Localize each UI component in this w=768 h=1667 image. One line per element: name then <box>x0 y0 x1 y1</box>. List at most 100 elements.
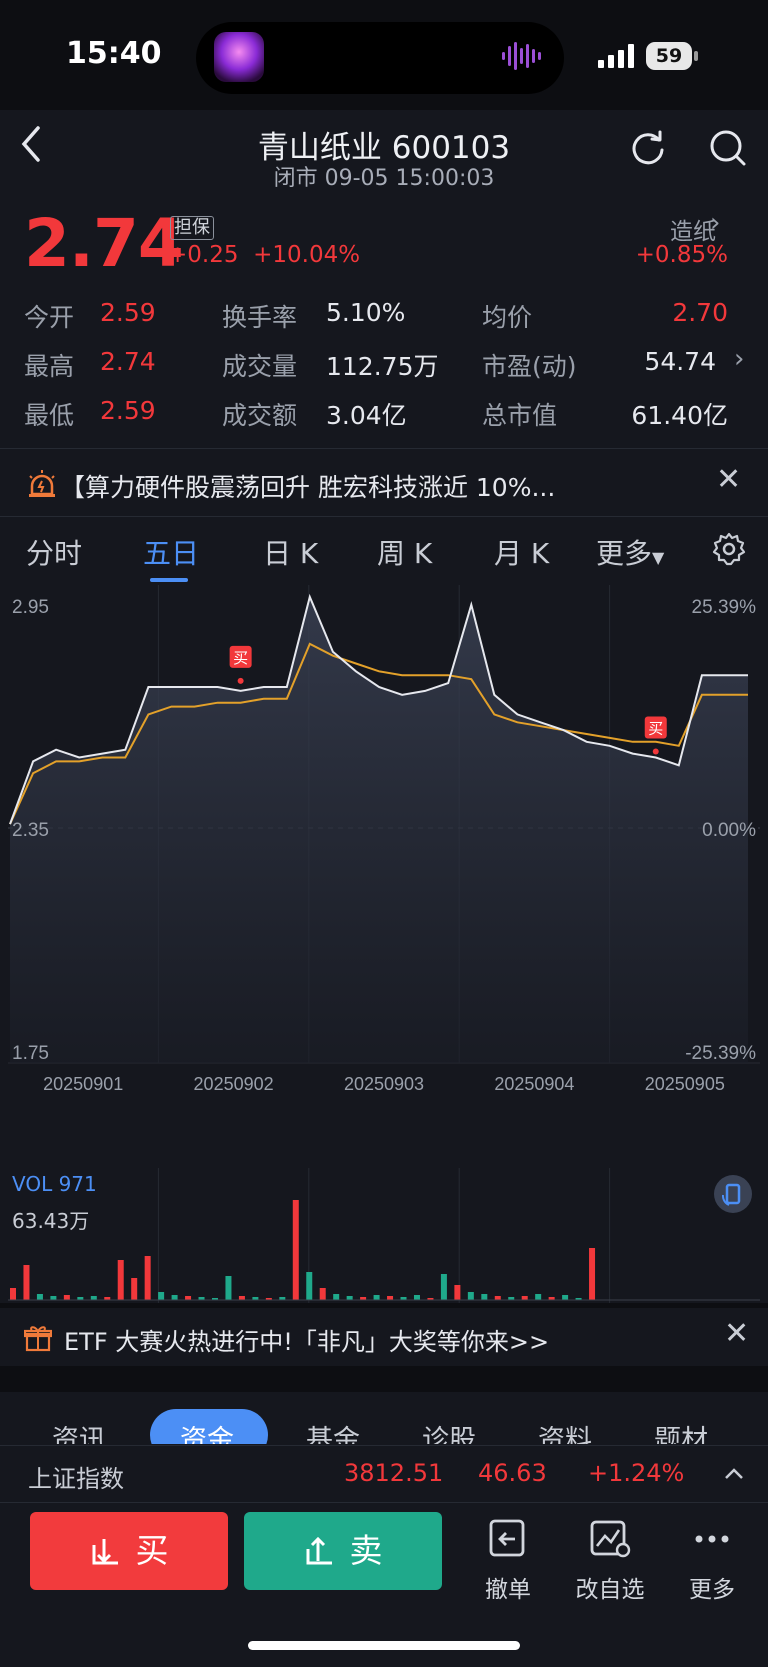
cancel-order-label: 撤单 <box>485 1577 531 1603</box>
volume-bar <box>63 1295 70 1300</box>
volume-bar <box>185 1296 192 1300</box>
volume-bar <box>333 1294 340 1300</box>
section-tab-diagnosis[interactable]: 诊股 <box>422 1418 476 1444</box>
news-ticker[interactable]: 【算力硬件股震荡回升 胜宏科技涨近 10%... ✕ <box>0 456 768 512</box>
volume-bar <box>319 1288 326 1300</box>
volume-chart[interactable] <box>8 1168 760 1303</box>
stat-value: 112.75万 <box>326 352 439 381</box>
index-value: 3812.51 <box>344 1459 444 1487</box>
section-tab-funds-flow[interactable]: 资金 <box>180 1418 234 1444</box>
price-change: +0.25 +10.04% <box>168 242 360 268</box>
battery-icon: 59 <box>646 42 698 70</box>
audio-wave-icon <box>502 42 541 70</box>
tab-more[interactable]: 更多▼ <box>596 532 664 572</box>
refresh-icon[interactable] <box>628 128 668 168</box>
alarm-icon <box>29 470 55 497</box>
volume-bar <box>373 1295 380 1300</box>
volume-bar <box>171 1295 178 1300</box>
edit-watchlist-button[interactable]: 改自选 <box>570 1518 650 1604</box>
stat-value: 2.70 <box>672 298 728 327</box>
divider <box>0 1366 768 1392</box>
close-icon[interactable]: ✕ <box>716 462 741 497</box>
sell-label: 卖 <box>349 1531 383 1570</box>
more-label: 更多 <box>689 1577 735 1603</box>
etf-text[interactable]: ETF 大赛火热进行中!「非凡」大奖等你来>> <box>64 1322 549 1357</box>
volume-bar <box>90 1296 97 1300</box>
stat-value: 5.10% <box>326 298 406 327</box>
volume-bar <box>10 1288 16 1300</box>
home-indicator <box>248 1641 520 1650</box>
volume-bar <box>144 1256 151 1300</box>
tab-daily-k[interactable]: 日 K <box>263 532 318 572</box>
stat-value: 2.74 <box>100 347 156 376</box>
more-button[interactable]: 更多 <box>672 1518 752 1604</box>
y-axis-right-label: 0.00% <box>702 820 756 841</box>
buy-marker-dot <box>237 677 244 684</box>
stat-label: 最低 <box>24 401 75 430</box>
tab-weekly-k[interactable]: 周 K <box>377 532 432 572</box>
edit-watchlist-icon <box>590 1520 631 1558</box>
active-tab-indicator <box>150 578 188 582</box>
volume-bar <box>158 1292 165 1300</box>
stat-label: 换手率 <box>222 303 298 332</box>
y-axis-left-label: 2.95 <box>12 597 49 618</box>
news-text[interactable]: 【算力硬件股震荡回升 胜宏科技涨近 10%... <box>60 468 555 504</box>
volume-bar <box>521 1296 528 1300</box>
buy-marker-label: 买 <box>233 649 248 667</box>
margin-tag: 担保 <box>170 216 214 240</box>
rotate-screen-button[interactable] <box>714 1175 752 1213</box>
stat-label[interactable]: 市盈(动) <box>482 347 577 383</box>
section-tab-themes[interactable]: 题材 <box>654 1418 708 1444</box>
more-dots-icon <box>695 1535 729 1543</box>
tab-intraday[interactable]: 分时 <box>26 532 82 572</box>
divider <box>0 448 768 449</box>
five-day-chart[interactable]: 2.95 2.35 1.75 25.39% 0.00% -25.39% 20250901 20… <box>8 585 760 1130</box>
buy-button[interactable]: 买 <box>30 1512 228 1590</box>
index-bar[interactable]: 上证指数 3812.51 46.63 +1.24% <box>0 1445 768 1503</box>
sector-change: +0.85% <box>635 242 728 268</box>
section-tab-profile[interactable]: 资料 <box>538 1418 592 1444</box>
tab-five-day[interactable]: 五日 <box>143 532 199 572</box>
volume-bar <box>562 1295 569 1300</box>
cancel-order-icon <box>489 1519 525 1557</box>
rotate-icon <box>721 1183 741 1206</box>
stat-label: 均价 <box>482 303 533 332</box>
section-tabs: 资讯 资金 基金 诊股 资料 题材 <box>0 1392 768 1444</box>
change-value: +0.25 <box>168 242 239 268</box>
x-axis-day-label: 20250905 <box>645 1074 725 1094</box>
etf-banner[interactable]: ETF 大赛火热进行中!「非凡」大奖等你来>> ✕ <box>0 1310 768 1366</box>
chevron-up-icon[interactable] <box>722 1463 746 1483</box>
tab-monthly-k[interactable]: 月 K <box>494 532 549 572</box>
volume-bar <box>292 1200 299 1300</box>
chevron-right-icon[interactable]: › <box>734 344 744 374</box>
volume-bar <box>346 1296 353 1300</box>
stat-label: 最高 <box>24 352 75 381</box>
gift-icon <box>24 1326 52 1352</box>
change-percent: +10.04% <box>253 242 361 268</box>
chevron-right-icon[interactable]: › <box>710 208 720 238</box>
buy-label: 买 <box>135 1531 169 1570</box>
index-name: 上证指数 <box>28 1465 124 1493</box>
volume-bar <box>225 1276 232 1300</box>
x-axis-day-label: 20250904 <box>494 1074 574 1094</box>
section-tab-funds[interactable]: 基金 <box>306 1418 360 1444</box>
section-tab-news[interactable]: 资讯 <box>52 1418 106 1444</box>
settings-gear-icon[interactable] <box>712 532 746 566</box>
cellular-signal-icon <box>598 44 634 68</box>
volume-bar <box>494 1296 501 1300</box>
volume-bar <box>387 1296 394 1300</box>
last-price: 2.74 <box>24 205 184 282</box>
y-axis-right-label: -25.39% <box>685 1043 756 1064</box>
y-axis-left-label: 1.75 <box>12 1043 49 1064</box>
search-icon[interactable] <box>708 128 748 168</box>
volume-bar <box>238 1296 245 1300</box>
cancel-order-button[interactable]: 撤单 <box>468 1518 548 1604</box>
close-icon[interactable]: ✕ <box>724 1316 749 1351</box>
divider <box>0 1445 768 1446</box>
volume-bar <box>50 1296 57 1300</box>
volume-bar <box>481 1294 488 1300</box>
stat-value: 3.04亿 <box>326 401 407 430</box>
sell-button[interactable]: 卖 <box>244 1512 442 1590</box>
divider <box>0 516 768 517</box>
edit-watchlist-label: 改自选 <box>575 1577 645 1603</box>
